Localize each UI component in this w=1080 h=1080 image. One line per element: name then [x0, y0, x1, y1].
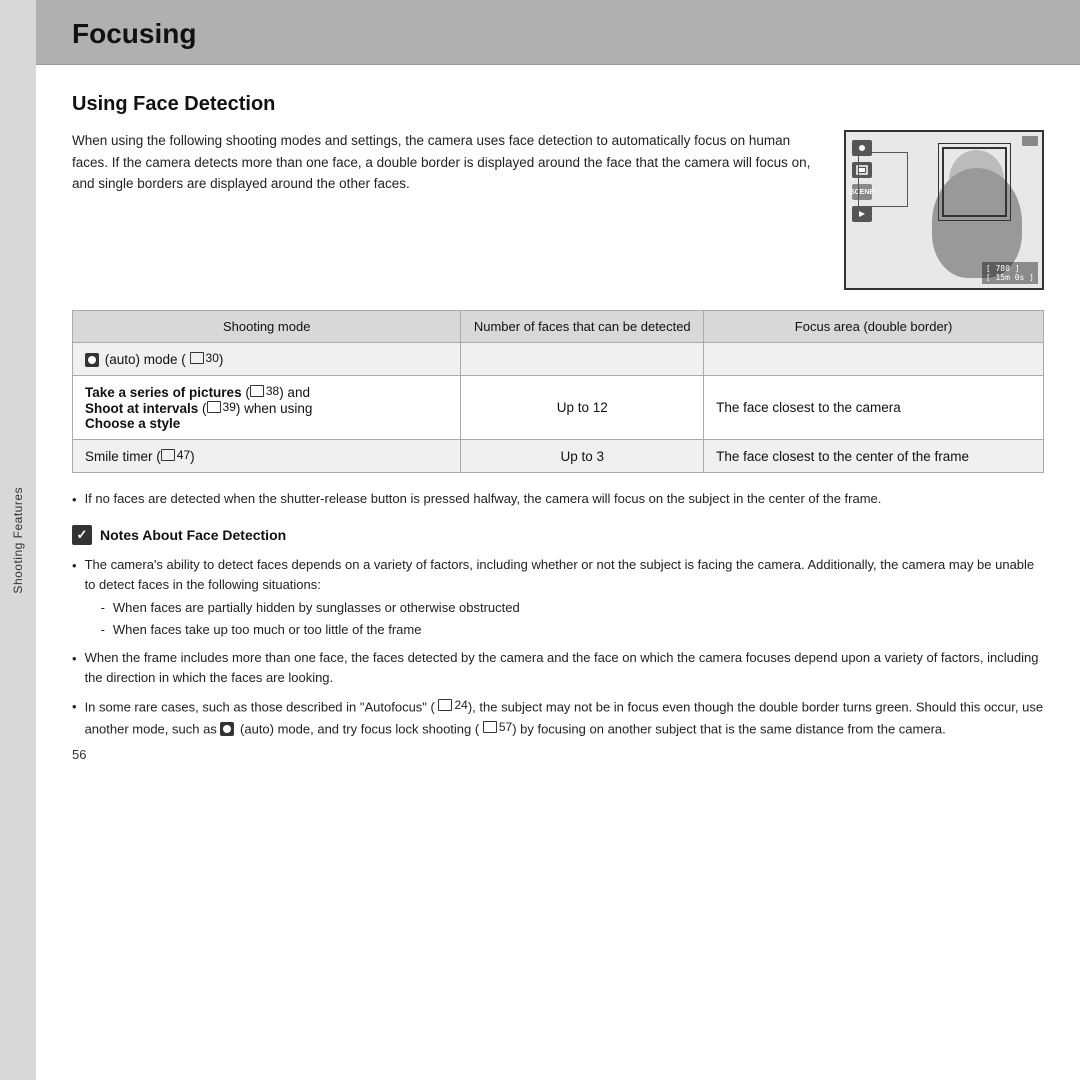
- mode-label-intervals: Shoot at intervals: [85, 401, 198, 416]
- camera-preview: SCENE [ 780 ][ 15m 0s ]: [844, 130, 1044, 290]
- table-cell-focus-2: The face closest to the camera: [704, 376, 1044, 440]
- table-cell-mode-2: Take a series of pictures (38) and Shoot…: [73, 376, 461, 440]
- sub-bullet-2: - When faces take up too much or too lit…: [101, 620, 1044, 640]
- note-item-1: • The camera's ability to detect faces d…: [72, 555, 1044, 640]
- table-cell-focus-1: [704, 343, 1044, 376]
- sub-text-1: When faces are partially hidden by sungl…: [113, 598, 520, 618]
- sub-dash: -: [101, 598, 105, 618]
- table-row: (auto) mode ( 30 ): [73, 343, 1044, 376]
- focus-box-double: [942, 147, 1007, 217]
- book-icon-1: [190, 352, 204, 364]
- table-header-number: Number of faces that can be detected: [461, 311, 704, 343]
- table-cell-focus-3: The face closest to the center of the fr…: [704, 440, 1044, 473]
- table-cell-number-2: Up to 12: [461, 376, 704, 440]
- camera-bottom-info: [ 780 ][ 15m 0s ]: [982, 262, 1038, 284]
- page-ref-4: 47: [161, 448, 190, 462]
- note-text-1: The camera's ability to detect faces dep…: [85, 557, 1035, 592]
- table-header-mode: Shooting mode: [73, 311, 461, 343]
- note-item-2: • When the frame includes more than one …: [72, 648, 1044, 688]
- auto-mode-icon-2: [220, 722, 234, 736]
- sub-text-2: When faces take up too much or too littl…: [113, 620, 422, 640]
- note-content-2: When the frame includes more than one fa…: [85, 648, 1044, 688]
- note-content-3: In some rare cases, such as those descri…: [85, 696, 1044, 739]
- page-ref-1: 30: [190, 351, 219, 365]
- notes-title: Notes About Face Detection: [100, 527, 286, 543]
- sidebar: Shooting Features: [0, 0, 36, 1080]
- book-icon-3: [207, 401, 221, 413]
- table-row: Take a series of pictures (38) and Shoot…: [73, 376, 1044, 440]
- page-ref-57: 57: [483, 718, 512, 737]
- bullet-content: If no faces are detected when the shutte…: [85, 489, 1044, 510]
- main-content: Focusing Using Face Detection When using…: [36, 0, 1080, 1080]
- table-cell-mode-3: Smile timer (47): [73, 440, 461, 473]
- book-icon-57: [483, 721, 497, 733]
- bullet-dot-2: •: [72, 649, 77, 688]
- table-cell-number-1: [461, 343, 704, 376]
- focus-box-single: [858, 152, 908, 207]
- sub-bullet-1: - When faces are partially hidden by sun…: [101, 598, 1044, 618]
- table-header-focus: Focus area (double border): [704, 311, 1044, 343]
- table-row: Smile timer (47) Up to 3 The face closes…: [73, 440, 1044, 473]
- auto-mode-icon: [85, 353, 99, 367]
- bullet-item: • If no faces are detected when the shut…: [72, 489, 1044, 510]
- table-cell-number-3: Up to 3: [461, 440, 704, 473]
- intro-text: When using the following shooting modes …: [72, 130, 820, 290]
- note-content-1: The camera's ability to detect faces dep…: [85, 555, 1044, 640]
- book-icon-auto: [438, 699, 452, 711]
- notes-list: • The camera's ability to detect faces d…: [72, 555, 1044, 739]
- page-title: Focusing: [72, 18, 1044, 50]
- note-item-3: • In some rare cases, such as those desc…: [72, 696, 1044, 739]
- bullet-dot-3: •: [72, 697, 77, 739]
- camera-mode-icon-4: [852, 206, 872, 222]
- intro-area: When using the following shooting modes …: [72, 130, 1044, 290]
- section-title: Using Face Detection: [72, 93, 1044, 116]
- page-ref-2: 38: [250, 384, 279, 398]
- notes-check-icon: ✓: [72, 525, 92, 545]
- mode-label-series: Take a series of pictures: [85, 385, 242, 400]
- bullet-dot: •: [72, 556, 77, 640]
- sidebar-label: Shooting Features: [11, 487, 25, 594]
- check-mark: ✓: [77, 527, 88, 543]
- page-ref-autofocus: 24: [438, 696, 467, 715]
- book-icon-4: [161, 449, 175, 461]
- bullet-dot: •: [72, 490, 77, 510]
- mode-label-style: Choose a style: [85, 416, 180, 431]
- page-ref-3: 39: [207, 400, 236, 414]
- page-number: 56: [72, 747, 1044, 762]
- bullet-section: • If no faces are detected when the shut…: [72, 489, 1044, 510]
- table-cell-mode-1: (auto) mode ( 30 ): [73, 343, 461, 376]
- content-body: Using Face Detection When using the foll…: [36, 65, 1080, 1080]
- camera-top-indicator: [1022, 136, 1038, 146]
- header-bar: Focusing: [36, 0, 1080, 65]
- notes-header: ✓ Notes About Face Detection: [72, 525, 1044, 545]
- book-icon-2: [250, 385, 264, 397]
- detection-table: Shooting mode Number of faces that can b…: [72, 310, 1044, 473]
- sub-dash-2: -: [101, 620, 105, 640]
